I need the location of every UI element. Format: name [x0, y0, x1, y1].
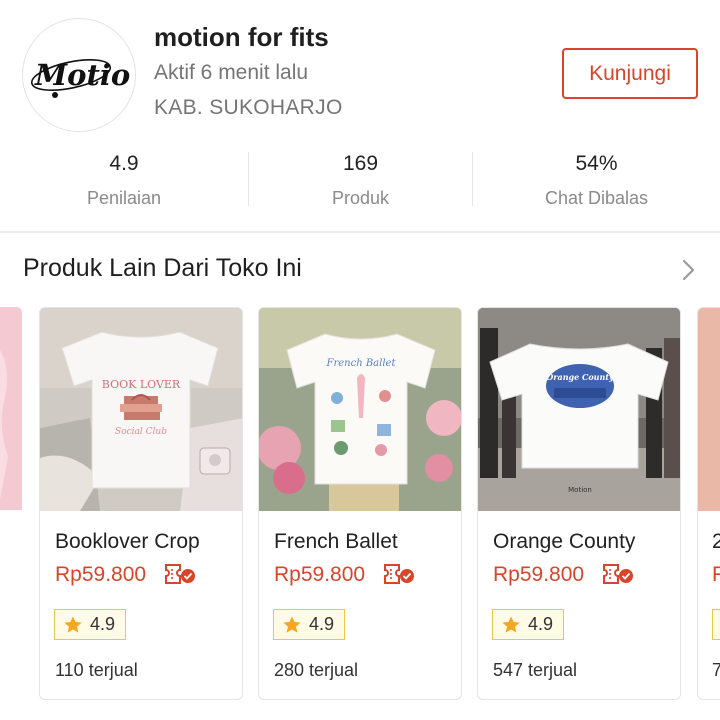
product-title: Orange County	[493, 530, 636, 553]
product-image: French Ballet	[259, 308, 461, 511]
shop-logo-text: Motion	[34, 58, 131, 92]
shop-active-status: Aktif 6 menit lalu	[154, 61, 309, 84]
shop-header: Motion motion for fits Aktif 6 menit lal…	[0, 0, 720, 232]
rating-value: 4.9	[528, 614, 554, 634]
sold-count: 110 terjual	[55, 660, 138, 680]
stat-rating-value: 4.9	[109, 152, 139, 175]
stat-rating-label: Penilaian	[86, 188, 162, 208]
voucher-icon	[165, 564, 195, 584]
stat-rating[interactable]: 4.9 Penilaian	[0, 146, 248, 216]
svg-text:Motion: Motion	[568, 486, 592, 494]
product-title: 2	[712, 530, 720, 554]
rating-badge: 4.9	[273, 609, 345, 640]
product-image: Orange County Motion	[478, 308, 680, 511]
product-image: BOOK LOVER Social Club	[40, 308, 242, 511]
svg-text:Social Club: Social Club	[115, 427, 167, 437]
stat-chat-value: 54%	[575, 152, 618, 175]
product-card[interactable]: Orange County Motion Orange County Rp59.…	[477, 307, 681, 700]
shop-stats: 4.9 Penilaian 169 Produk 54% Chat Dibala…	[0, 146, 720, 216]
section-divider	[0, 231, 720, 233]
rating-badge	[712, 609, 720, 640]
chevron-right-icon[interactable]	[676, 258, 700, 282]
stat-products-value: 169	[342, 152, 379, 175]
product-print-text: French Ballet	[326, 358, 397, 369]
rating-badge: 4.9	[492, 609, 564, 640]
product-price: Rp59.800	[274, 563, 366, 586]
rating-value: 4.9	[90, 614, 116, 634]
voucher-icon	[384, 564, 414, 584]
product-card-peek-right[interactable]: 2 F 7	[697, 307, 720, 700]
product-card-peek-left[interactable]	[0, 307, 22, 510]
star-icon	[64, 616, 82, 633]
product-title: Booklover Crop	[55, 530, 200, 553]
product-card[interactable]: French Ballet French Ballet Rp59.800 4.9…	[258, 307, 462, 700]
shop-avatar[interactable]: Motion	[22, 18, 136, 132]
product-card[interactable]: BOOK LOVER Social Club Booklover Crop Rp…	[39, 307, 243, 700]
product-image	[0, 307, 22, 510]
star-icon	[502, 616, 520, 633]
product-price: Rp59.800	[55, 563, 147, 586]
sold-count: 7	[712, 660, 720, 681]
sold-count: 280 terjual	[274, 660, 359, 680]
rating-value: 4.9	[309, 614, 335, 634]
shop-logo: Motion	[30, 58, 131, 98]
product-print-text: BOOK LOVER	[102, 378, 181, 391]
shop-name[interactable]: motion for fits	[154, 22, 329, 53]
stat-products-label: Produk	[331, 188, 390, 208]
stat-products[interactable]: 169 Produk	[248, 146, 473, 216]
voucher-icon	[603, 564, 633, 584]
sold-count: 547 terjual	[493, 660, 578, 680]
product-print-text: Orange County	[546, 372, 615, 382]
star-icon	[283, 616, 301, 633]
shop-location: KAB. SUKOHARJO	[154, 96, 343, 119]
rating-badge: 4.9	[54, 609, 126, 640]
product-price: F	[712, 563, 720, 587]
visit-shop-button[interactable]: Kunjungi	[562, 48, 698, 99]
stat-chat-label: Chat Dibalas	[544, 188, 649, 208]
section-title[interactable]: Produk Lain Dari Toko Ini	[23, 254, 302, 283]
product-image	[698, 308, 720, 511]
stat-chat-replied[interactable]: 54% Chat Dibalas	[473, 146, 720, 216]
product-price: Rp59.800	[493, 563, 585, 586]
product-title: French Ballet	[274, 530, 398, 553]
